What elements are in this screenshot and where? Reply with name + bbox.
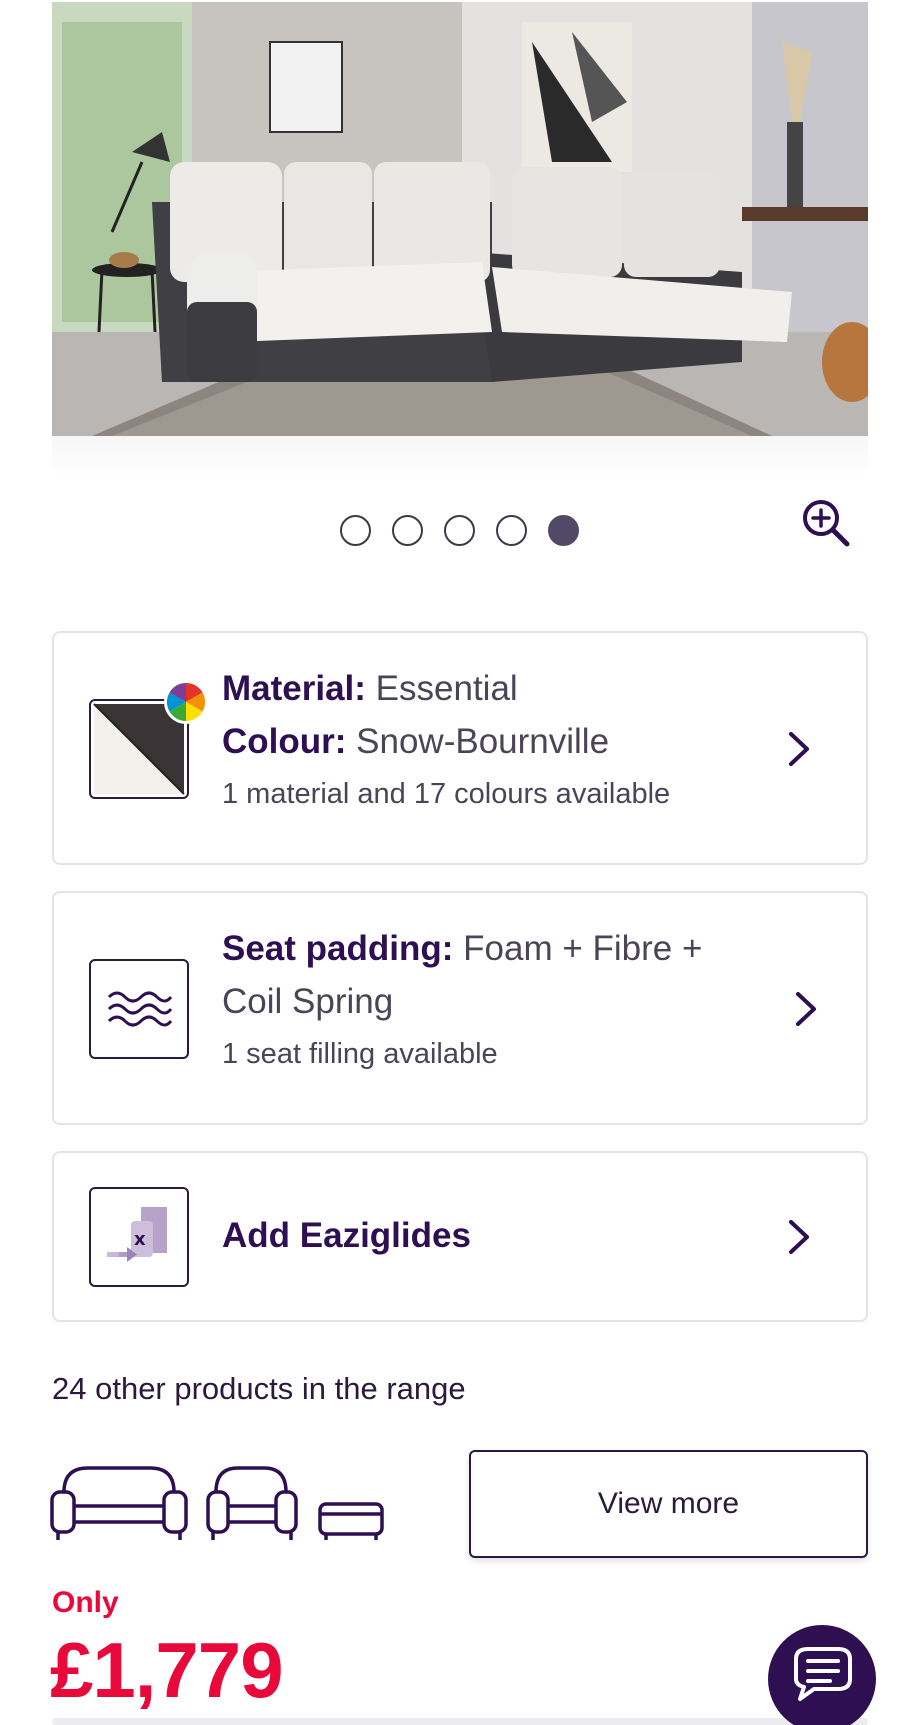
carousel-dot-3[interactable] (444, 515, 475, 546)
seat-padding-value: Foam + Fibre + (463, 929, 703, 968)
colour-label: Colour: (222, 722, 347, 761)
colour-swatch (89, 680, 208, 799)
range-count-text: 24 other products in the range (52, 1371, 466, 1406)
price-amount: £1,779 (50, 1626, 284, 1714)
sofa-icon (50, 1466, 188, 1540)
view-more-button[interactable]: View more (469, 1450, 868, 1558)
seat-padding-value-2: Coil Spring (222, 982, 394, 1021)
carousel-dot-2[interactable] (392, 515, 423, 546)
seat-padding-label: Seat padding: (222, 929, 454, 968)
svg-text:x: x (134, 1229, 146, 1250)
carousel-dot-4[interactable] (496, 515, 527, 546)
zoom-button[interactable] (800, 497, 852, 549)
armchair-icon (206, 1466, 298, 1540)
chevron-right-icon (796, 992, 816, 1026)
zoom-in-icon (803, 500, 850, 547)
price-prefix: Only (52, 1586, 119, 1619)
carousel-dot-5[interactable] (548, 515, 579, 546)
seat-padding-availability: 1 seat filling available (222, 1038, 498, 1070)
material-line: Material: Essential (222, 662, 746, 715)
range-product-icons (50, 1466, 384, 1540)
colour-value: Snow-Bournville (356, 722, 610, 761)
eaziglides-card[interactable]: x Add Eaziglides (52, 1151, 868, 1322)
product-image[interactable] (52, 2, 868, 436)
seat-padding-line: Seat padding: Foam + Fibre + (222, 922, 776, 975)
material-value: Essential (375, 669, 518, 708)
chevron-right-icon (789, 1220, 809, 1254)
seat-padding-card[interactable]: Seat padding: Foam + Fibre + Coil Spring… (52, 891, 868, 1125)
image-caption-strip (52, 436, 868, 476)
material-colour-card[interactable]: Material: Essential Colour: Snow-Bournvi… (52, 631, 868, 865)
carousel-dot-1[interactable] (340, 515, 371, 546)
eaziglides-label: Add Eaziglides (222, 1216, 471, 1255)
padding-thumb (89, 959, 189, 1059)
colour-line: Colour: Snow-Bournville (222, 715, 746, 768)
divider (52, 1718, 868, 1725)
colour-wheel-icon (164, 680, 208, 724)
material-availability: 1 material and 17 colours available (222, 778, 671, 810)
chat-button[interactable] (768, 1625, 876, 1725)
material-label: Material: (222, 669, 366, 708)
carousel-dots (340, 515, 579, 546)
chevron-right-icon (789, 732, 809, 766)
eaziglides-thumb: x (89, 1187, 189, 1287)
footstool-icon (318, 1502, 384, 1540)
waves-icon (107, 991, 173, 1027)
eaziglides-icon: x (107, 1207, 167, 1262)
chat-icon (794, 1647, 852, 1701)
